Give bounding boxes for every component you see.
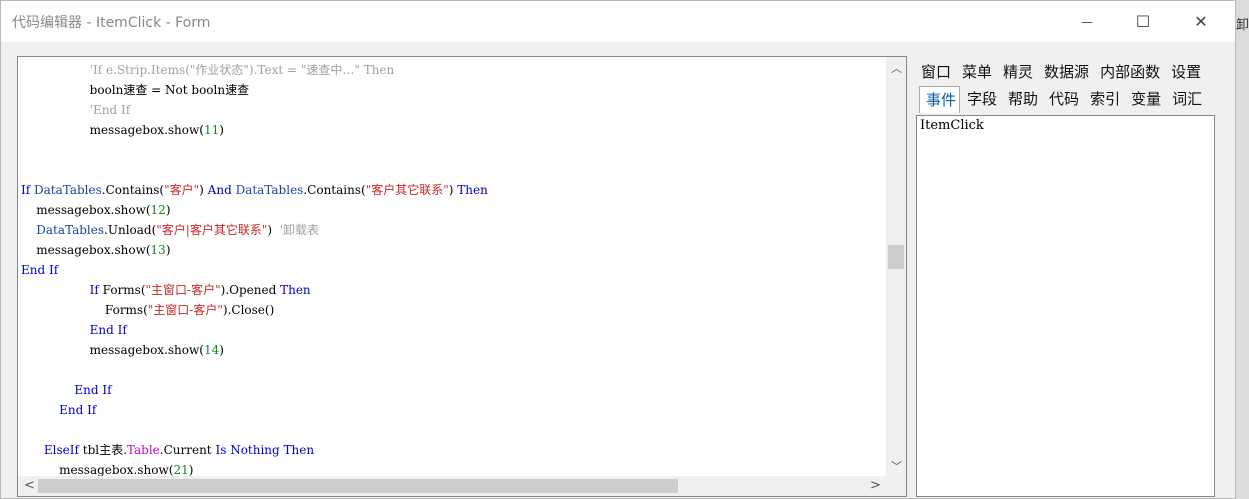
horizontal-scroll-thumb[interactable]	[38, 479, 678, 493]
vertical-scroll-thumb[interactable]	[888, 245, 904, 269]
code-text[interactable]: 'If e.Strip.Items("作业状态").Text = "速查中…" …	[21, 60, 885, 478]
tab-菜单[interactable]: 菜单	[955, 59, 996, 85]
code-line[interactable]: If Forms("主窗口-客户").Opened Then	[21, 280, 885, 300]
code-line[interactable]: End If	[21, 260, 885, 280]
scroll-down-icon[interactable]: ﹀	[891, 458, 902, 474]
event-list[interactable]: ItemClick	[916, 115, 1215, 497]
tab-事件[interactable]: 事件	[919, 86, 961, 113]
code-editor-area[interactable]: 'If e.Strip.Items("作业状态").Text = "速查中…" …	[17, 56, 907, 497]
code-line[interactable]: End If	[21, 320, 885, 340]
scroll-left-icon[interactable]: <	[24, 478, 35, 493]
code-line[interactable]	[21, 420, 885, 440]
code-line[interactable]	[21, 160, 885, 180]
title-bar[interactable]: 代码编辑器 - ItemClick - Form — ☐ ✕	[1, 1, 1235, 42]
code-line[interactable]: messagebox.show(12)	[21, 200, 885, 220]
tab-帮助[interactable]: 帮助	[1001, 86, 1042, 112]
tab-字段[interactable]: 字段	[960, 86, 1001, 112]
horizontal-scrollbar[interactable]: < >	[18, 476, 886, 496]
scrollbar-corner	[886, 476, 906, 496]
tab-代码[interactable]: 代码	[1042, 86, 1083, 112]
code-line[interactable]: DataTables.Unload("客户|客户其它联系") '卸载表	[21, 220, 885, 240]
minimize-button[interactable]: —	[1058, 1, 1116, 42]
tab-row-2: 事件 字段 帮助 代码 索引 变量 词汇	[919, 86, 1206, 113]
code-line[interactable]: booln速查 = Not booln速查	[21, 80, 885, 100]
maximize-button[interactable]: ☐	[1114, 1, 1172, 42]
code-line[interactable]	[21, 140, 885, 160]
minimize-icon: —	[1081, 14, 1093, 29]
tab-数据源[interactable]: 数据源	[1037, 59, 1093, 85]
tab-内部函数[interactable]: 内部函数	[1093, 59, 1164, 85]
code-line[interactable]: End If	[21, 400, 885, 420]
tab-精灵[interactable]: 精灵	[996, 59, 1037, 85]
background-text-fragment: 卸	[1236, 18, 1249, 33]
code-line[interactable]: Forms("主窗口-客户").Close()	[21, 300, 885, 320]
code-line[interactable]: 'End If	[21, 100, 885, 120]
list-item[interactable]: ItemClick	[920, 118, 984, 133]
scroll-right-icon[interactable]: >	[870, 478, 881, 493]
maximize-icon: ☐	[1135, 12, 1151, 31]
code-editor-window: 代码编辑器 - ItemClick - Form — ☐ ✕ 'If e.Str…	[0, 0, 1236, 499]
close-icon: ✕	[1194, 12, 1208, 31]
tab-词汇[interactable]: 词汇	[1165, 86, 1206, 112]
code-line[interactable]: If DataTables.Contains("客户") And DataTab…	[21, 180, 885, 200]
tab-设置[interactable]: 设置	[1164, 59, 1205, 85]
window-title: 代码编辑器 - ItemClick - Form	[12, 15, 211, 31]
code-line[interactable]: 'If e.Strip.Items("作业状态").Text = "速查中…" …	[21, 60, 885, 80]
scroll-up-icon[interactable]: ︿	[891, 60, 902, 76]
side-panel: 窗口 菜单 精灵 数据源 内部函数 设置 事件 字段 帮助 代码 索引 变量 词汇 ItemClick	[914, 56, 1217, 497]
code-line[interactable]: messagebox.show(11)	[21, 120, 885, 140]
code-line[interactable]: End If	[21, 380, 885, 400]
tab-变量[interactable]: 变量	[1124, 86, 1165, 112]
close-button[interactable]: ✕	[1172, 1, 1230, 42]
code-line[interactable]: messagebox.show(14)	[21, 340, 885, 360]
tab-索引[interactable]: 索引	[1083, 86, 1124, 112]
tab-窗口[interactable]: 窗口	[914, 59, 955, 85]
code-line[interactable]	[21, 360, 885, 380]
code-line[interactable]: messagebox.show(13)	[21, 240, 885, 260]
vertical-scrollbar[interactable]: ︿ ﹀	[886, 57, 906, 478]
code-line[interactable]: ElseIf tbl主表.Table.Current Is Nothing Th…	[21, 440, 885, 460]
tab-row-1: 窗口 菜单 精灵 数据源 内部函数 设置	[914, 59, 1205, 85]
background-window-edge	[1236, 0, 1249, 499]
